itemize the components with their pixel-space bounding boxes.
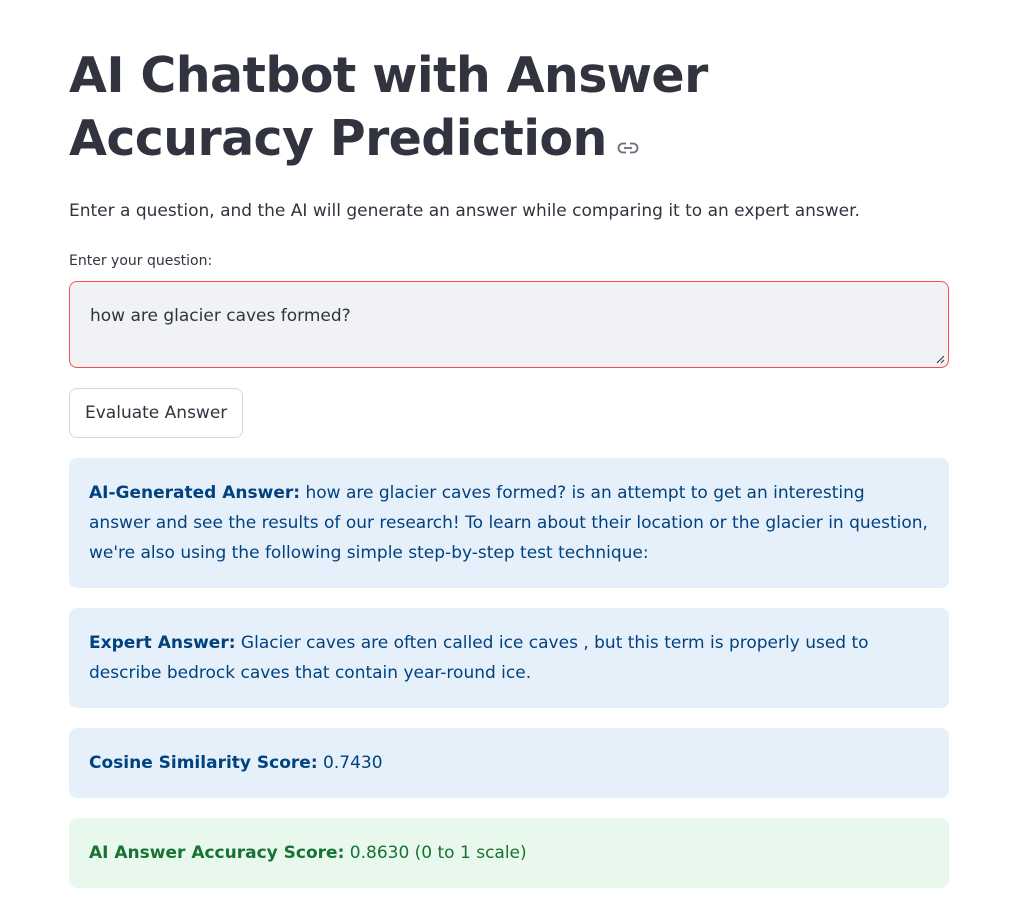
accuracy-score-value: 0.8630 (0 to 1 scale) bbox=[344, 843, 527, 863]
accuracy-score-alert: AI Answer Accuracy Score: 0.8630 (0 to 1… bbox=[69, 818, 949, 888]
question-input[interactable]: how are glacier caves formed? bbox=[70, 282, 948, 367]
ai-answer-label: AI-Generated Answer: bbox=[89, 483, 301, 503]
expert-answer-label: Expert Answer: bbox=[89, 633, 236, 653]
question-input-container: how are glacier caves formed? bbox=[69, 281, 949, 368]
page-title: AI Chatbot with Answer Accuracy Predicti… bbox=[69, 44, 949, 170]
accuracy-score-label: AI Answer Accuracy Score: bbox=[89, 843, 345, 863]
cosine-score-alert: Cosine Similarity Score: 0.7430 bbox=[69, 728, 949, 798]
ai-answer-alert: AI-Generated Answer: how are glacier cav… bbox=[69, 458, 949, 588]
page-title-text: AI Chatbot with Answer Accuracy Predicti… bbox=[69, 47, 708, 167]
evaluate-answer-button[interactable]: Evaluate Answer bbox=[69, 388, 244, 438]
link-icon[interactable] bbox=[617, 107, 639, 170]
cosine-score-value: 0.7430 bbox=[317, 753, 383, 773]
cosine-score-label: Cosine Similarity Score: bbox=[89, 753, 318, 773]
intro-text: Enter a question, and the AI will genera… bbox=[69, 201, 860, 221]
resize-handle-icon[interactable] bbox=[936, 355, 945, 364]
question-label: Enter your question: bbox=[69, 253, 213, 269]
expert-answer-alert: Expert Answer: Glacier caves are often c… bbox=[69, 608, 949, 708]
